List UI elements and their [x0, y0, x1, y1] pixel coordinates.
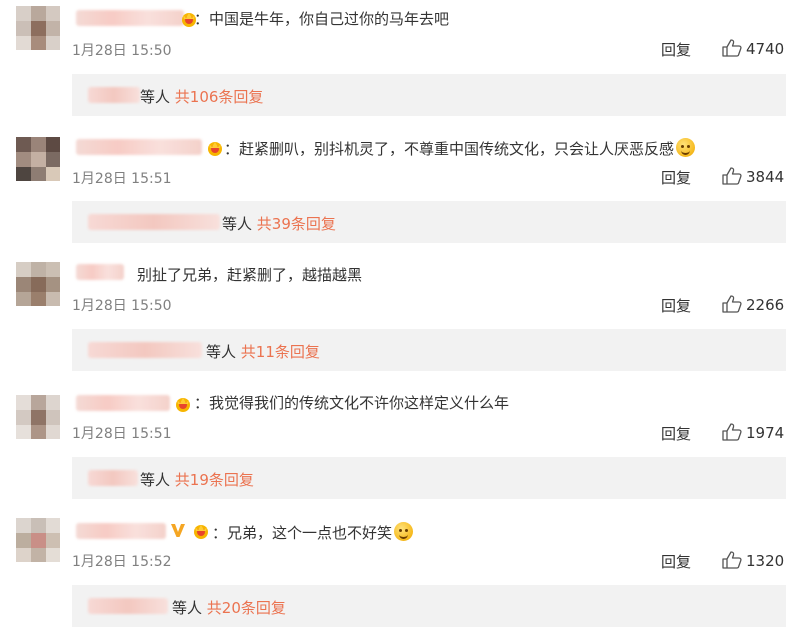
comment-text: ：赶紧删叭，别抖机灵了，不尊重中国传统文化，只会让人厌恶反感 — [224, 138, 696, 158]
like-count: 3844 — [746, 168, 785, 186]
reply-button[interactable]: 回复 — [661, 551, 691, 572]
reply-button[interactable]: 回复 — [661, 167, 691, 188]
sub-reply-count-link[interactable]: 共19条回复 — [175, 471, 254, 489]
comment-text: 别扯了兄弟，赶紧删了，越描越黑 — [137, 266, 363, 284]
sub-reply-count-link[interactable]: 共11条回复 — [241, 343, 320, 361]
sub-reply-who: 等人 — [140, 471, 171, 489]
avatar[interactable] — [16, 518, 60, 562]
sub-reply-who: 等人 — [172, 599, 203, 617]
reply-button[interactable]: 回复 — [661, 423, 691, 444]
thumbs-up-icon — [722, 551, 742, 569]
sub-replies[interactable]: 等人 共20条回复 — [72, 585, 786, 627]
username[interactable] — [76, 10, 184, 26]
smile-emoji-icon — [394, 522, 414, 541]
thumbs-up-icon — [722, 39, 742, 57]
avatar[interactable] — [16, 395, 60, 439]
thumbs-up-icon — [722, 295, 742, 313]
comment-time: 1月28日 15:52 — [72, 554, 172, 570]
reply-button[interactable]: 回复 — [661, 39, 691, 60]
thumbs-up-icon — [722, 167, 742, 185]
like-button[interactable]: 2266 — [722, 295, 784, 314]
sub-reply-users — [88, 87, 140, 103]
like-count: 4740 — [746, 40, 785, 58]
avatar[interactable] — [16, 6, 60, 50]
sub-reply-count-link[interactable]: 共39条回复 — [257, 215, 336, 233]
like-count: 2266 — [746, 296, 785, 314]
crown-badge-icon — [176, 398, 190, 412]
like-count: 1320 — [746, 552, 785, 570]
sub-reply-count-link[interactable]: 共106条回复 — [175, 88, 264, 106]
comment-text: ：兄弟，这个一点也不好笑 — [212, 522, 414, 542]
reply-button[interactable]: 回复 — [661, 295, 691, 316]
sub-replies[interactable]: 等人 共106条回复 — [72, 74, 786, 116]
avatar[interactable] — [16, 262, 60, 306]
username[interactable] — [76, 523, 166, 539]
comment-text: ：我觉得我们的传统文化不许你这样定义什么年 — [194, 394, 510, 412]
like-button[interactable]: 1974 — [722, 423, 784, 442]
smile-emoji-icon — [676, 138, 696, 157]
sub-reply-count-link[interactable]: 共20条回复 — [207, 599, 286, 617]
sub-reply-who: 等人 — [222, 215, 253, 233]
thumbs-up-icon — [722, 423, 742, 441]
sub-reply-users — [88, 598, 168, 614]
sub-reply-users — [88, 214, 220, 230]
vip-v-icon — [171, 524, 185, 537]
username[interactable] — [76, 395, 170, 411]
username[interactable] — [76, 264, 124, 280]
comment-time: 1月28日 15:51 — [72, 426, 172, 442]
comment-time: 1月28日 15:51 — [72, 171, 172, 187]
sub-replies[interactable]: 等人 共19条回复 — [72, 457, 786, 499]
like-button[interactable]: 4740 — [722, 39, 784, 58]
sub-reply-who: 等人 — [206, 343, 237, 361]
username[interactable] — [76, 139, 202, 155]
avatar[interactable] — [16, 137, 60, 181]
like-button[interactable]: 1320 — [722, 551, 784, 570]
sub-reply-who: 等人 — [140, 88, 171, 106]
like-button[interactable]: 3844 — [722, 167, 784, 186]
sub-reply-users — [88, 470, 138, 486]
sub-reply-users — [88, 342, 202, 358]
like-count: 1974 — [746, 424, 785, 442]
comment-time: 1月28日 15:50 — [72, 43, 172, 59]
comment-time: 1月28日 15:50 — [72, 298, 172, 314]
crown-badge-icon — [208, 142, 222, 156]
crown-badge-icon — [194, 525, 208, 539]
sub-replies[interactable]: 等人 共11条回复 — [72, 329, 786, 371]
comment-text: ：中国是牛年，你自己过你的马年去吧 — [194, 10, 450, 28]
sub-replies[interactable]: 等人 共39条回复 — [72, 201, 786, 243]
